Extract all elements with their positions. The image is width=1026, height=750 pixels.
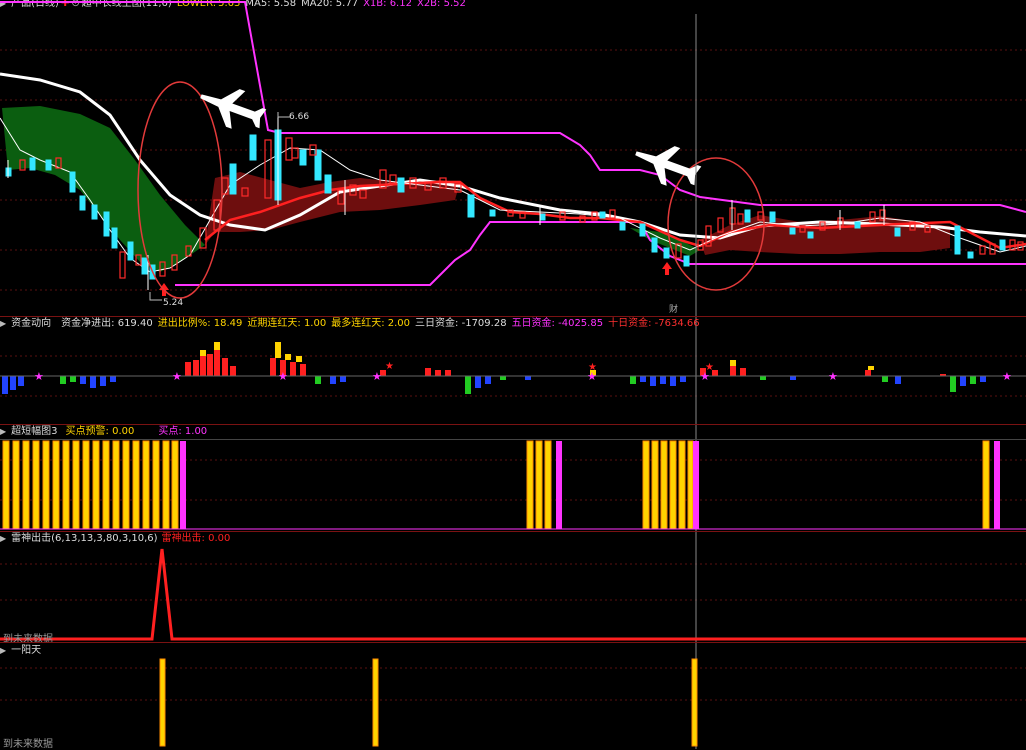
up-arrow-icon (662, 262, 672, 275)
yang-panel-header: ▶ 一阳天 (0, 644, 46, 658)
airplane-icon (200, 89, 267, 129)
short-title[interactable]: 超短幅图3 (11, 426, 57, 437)
panel-collapse-icon[interactable]: ▶ (0, 427, 6, 436)
fund-five-day: 五日资金: -4025.85 (511, 318, 604, 329)
svg-text:★: ★ (278, 370, 288, 383)
svg-text:★: ★ (1002, 370, 1012, 383)
panel-collapse-icon[interactable]: ▶ (0, 646, 6, 655)
fund-ten-day: 十日资金: -7634.66 (608, 318, 700, 329)
panel-collapse-icon[interactable]: ▶ (0, 534, 6, 543)
svg-text:★: ★ (372, 370, 382, 383)
fund-bars (2, 342, 986, 394)
future-data-note: 到未来数据 (3, 739, 53, 750)
panel-collapse-icon[interactable]: ▶ (0, 319, 6, 328)
yang-title[interactable]: 一阳天 (11, 645, 41, 656)
chart-canvas[interactable]: 6.66 5.24 ★ ★ ★ ★ ★ ★ ★ ★ ★ ★ ★ (0, 0, 1026, 749)
finance-marker[interactable]: 财 (669, 302, 678, 315)
yang-bars (159, 658, 698, 747)
thunder-panel-header: ▶ 雷神出击(6,13,13,3,80,3,10,6) 雷神出击: 0.00 (0, 532, 235, 546)
star-icon: ★ ★ ★ (385, 361, 714, 373)
svg-text:★: ★ (588, 362, 597, 373)
fund-three-day: 三日资金: -1709.28 (415, 318, 507, 329)
fund-net: 资金净进出: 619.40 (61, 318, 153, 329)
svg-text:★: ★ (385, 361, 394, 372)
short-term-bars (2, 440, 1000, 530)
fund-max-red: 最多连红天: 2.00 (331, 318, 411, 329)
thunder-value: 雷神出击: 0.00 (161, 533, 231, 544)
thunder-line (0, 548, 1026, 641)
fund-panel-header: ▶ 资金动向 资金净进出: 619.40 进出比例%: 18.49 近期连红天: 1.0… (0, 317, 705, 331)
panel-divider (0, 642, 1026, 643)
short-warn: 买点预警: 0.00 (65, 426, 135, 437)
green-fill-band (2, 106, 205, 272)
main-grid (0, 49, 1026, 701)
short-panel-header: ▶ 超短幅图3 买点预警: 0.00 买点: 1.00 (0, 425, 212, 439)
low-price-label: 5.24 (163, 298, 183, 308)
svg-text:★: ★ (705, 362, 714, 373)
thunder-title[interactable]: 雷神出击(6,13,13,3,80,3,10,6) (11, 533, 157, 544)
high-price-label: 6.66 (289, 112, 309, 122)
svg-text:★: ★ (34, 370, 44, 383)
airplane-icon (635, 146, 702, 186)
fund-recent-red: 近期连红天: 1.00 (247, 318, 327, 329)
short-buy: 买点: 1.00 (158, 426, 208, 437)
svg-text:★: ★ (172, 370, 182, 383)
panel-divider (0, 439, 1026, 440)
fund-title[interactable]: 资金动向 (11, 318, 51, 329)
svg-text:★: ★ (828, 370, 838, 383)
fund-ratio: 进出比例%: 18.49 (157, 318, 243, 329)
